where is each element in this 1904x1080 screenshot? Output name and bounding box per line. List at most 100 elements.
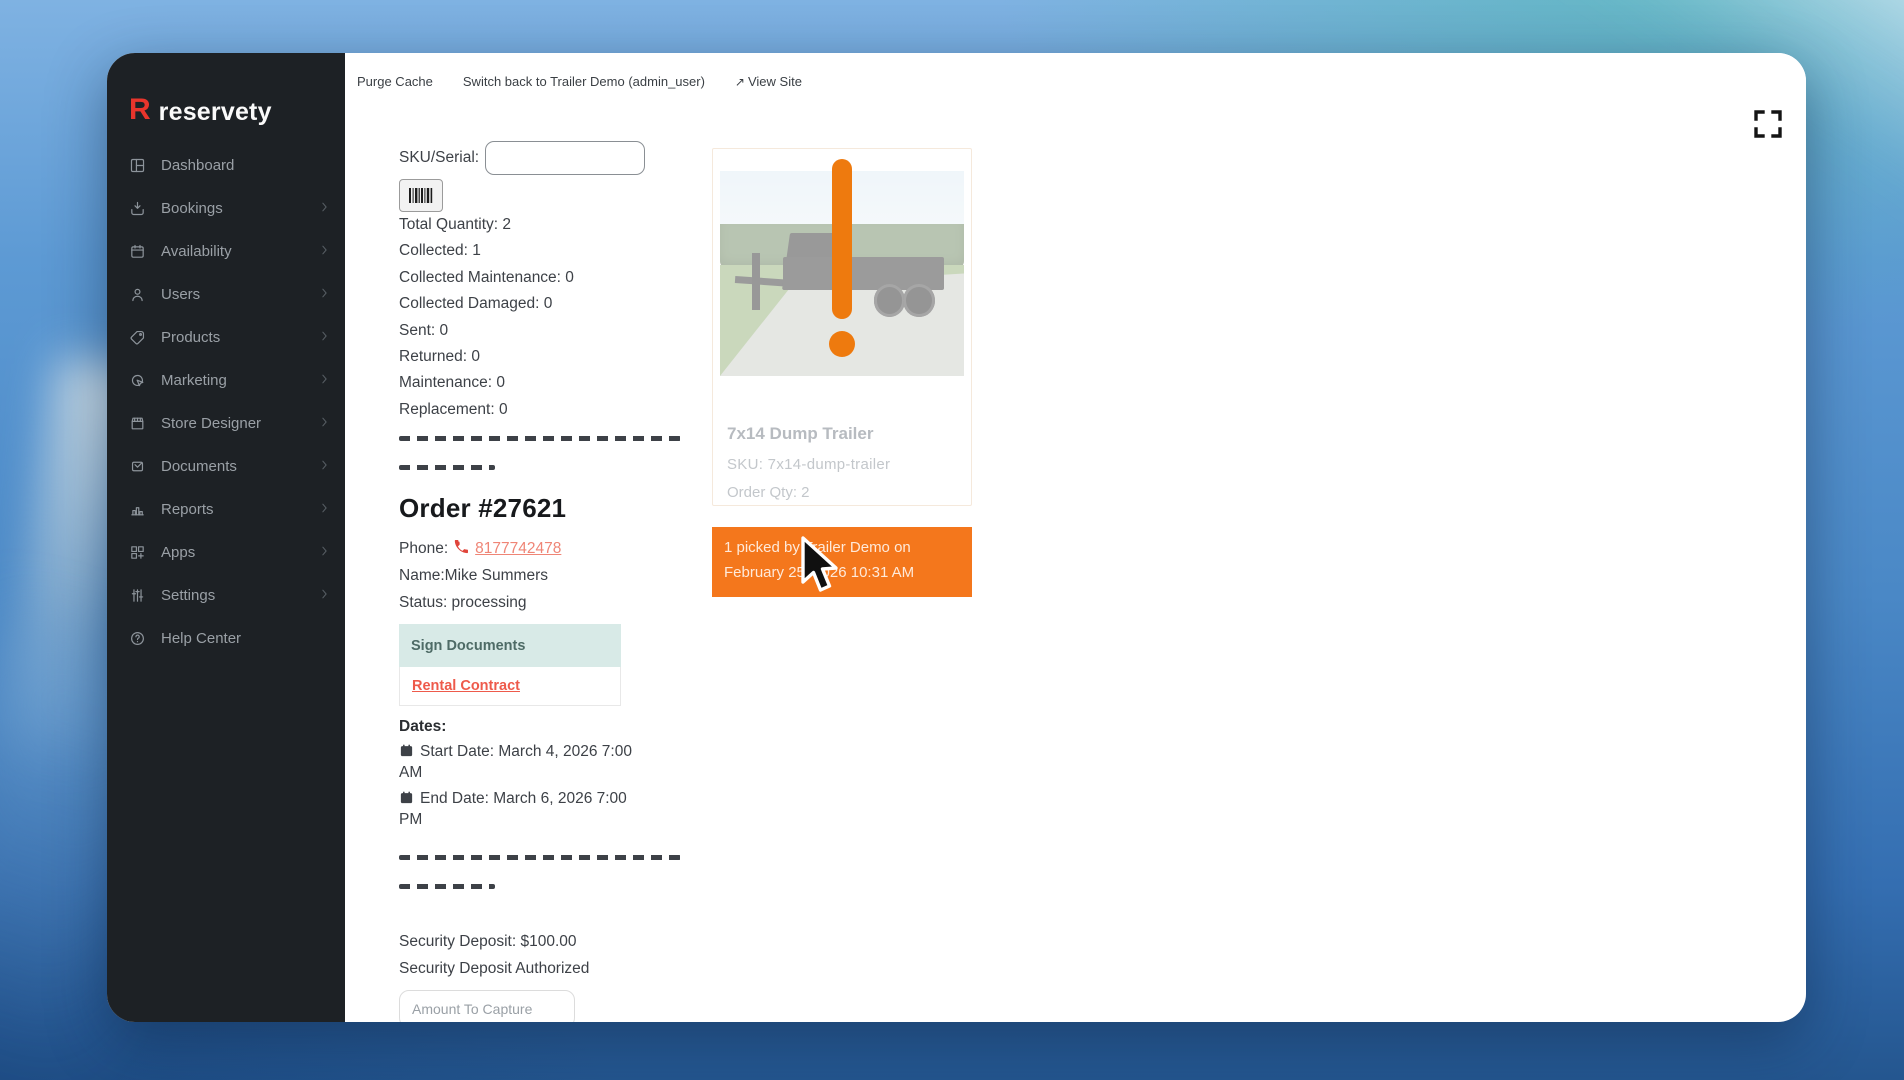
sidebar-item-documents[interactable]: Documents — [107, 445, 345, 488]
sku-serial-label: SKU/Serial: — [399, 149, 480, 166]
sidebar-item-users[interactable]: Users — [107, 273, 345, 316]
rental-contract-link[interactable]: Rental Contract — [412, 678, 520, 694]
deposit-block: Security Deposit: $100.00 Security Depos… — [399, 928, 649, 982]
start-date-text: Start Date: March 4, 2026 7:00 AM — [399, 743, 632, 782]
sidebar-item-products[interactable]: Products — [107, 316, 345, 359]
picked-notice: 1 picked by Trailer Demo on February 25,… — [712, 527, 972, 597]
sidebar-item-label: Users — [161, 286, 201, 303]
product-title: 7x14 Dump Trailer — [727, 424, 874, 443]
stat-total-quantity: Total Quantity: 2 — [399, 216, 512, 233]
start-date-line: Start Date: March 4, 2026 7:00 AM — [399, 741, 641, 783]
sidebar-item-store-designer[interactable]: Store Designer — [107, 402, 345, 445]
sidebar-item-apps[interactable]: Apps — [107, 531, 345, 574]
sidebar-item-label: Documents — [161, 458, 237, 475]
end-date-text: End Date: March 6, 2026 7:00 PM — [399, 790, 627, 829]
phone-row: Phone: 8177742478 — [399, 535, 649, 562]
switch-back-link[interactable]: Switch back to Trailer Demo (admin_user) — [463, 74, 705, 89]
stat-collected: Collected: 1 — [399, 242, 481, 260]
chevron-right-icon — [318, 544, 331, 561]
sidebar-item-bookings[interactable]: Bookings — [107, 187, 345, 230]
reports-icon — [129, 501, 146, 518]
sign-documents-header: Sign Documents — [399, 624, 621, 668]
topbar: Purge Cache Switch back to Trailer Demo … — [345, 53, 1806, 110]
view-site-link[interactable]: ↗ View Site — [735, 74, 802, 89]
sidebar-item-label: Availability — [161, 243, 232, 260]
chevron-right-icon — [318, 587, 331, 604]
phone-label: Phone: — [399, 540, 449, 558]
amount-to-capture-input[interactable] — [399, 990, 575, 1022]
sidebar-item-label: Dashboard — [161, 157, 235, 174]
chevron-right-icon — [318, 286, 331, 303]
marketing-icon — [129, 372, 146, 389]
barcode-scan-button[interactable] — [399, 179, 443, 212]
sign-documents-body: Rental Contract — [399, 667, 621, 707]
sidebar-item-reports[interactable]: Reports — [107, 488, 345, 531]
stat-returned: Returned: 0 — [399, 348, 480, 366]
product-sku: SKU: 7x14-dump-trailer — [727, 456, 891, 473]
brand-logo[interactable]: R reservety — [107, 53, 345, 141]
sidebar: R reservety Dashboard Bookings Availabil… — [107, 53, 345, 1022]
purge-cache-link[interactable]: Purge Cache — [357, 74, 433, 89]
sidebar-item-label: Store Designer — [161, 415, 262, 432]
barcode-icon — [409, 188, 433, 203]
brand-mark-icon: R — [129, 93, 151, 126]
dashed-separator — [399, 855, 681, 890]
phone-icon — [453, 535, 470, 562]
sidebar-item-label: Reports — [161, 501, 214, 518]
chevron-right-icon — [318, 415, 331, 432]
users-icon — [129, 286, 146, 303]
products-icon — [129, 329, 146, 346]
calendar-icon — [399, 790, 420, 807]
sidebar-item-label: Apps — [161, 544, 196, 561]
sidebar-item-settings[interactable]: Settings — [107, 574, 345, 617]
external-link-icon: ↗ — [734, 74, 745, 89]
sidebar-item-label: Help Center — [161, 630, 242, 647]
product-card[interactable]: 7x14 Dump Trailer SKU: 7x14-dump-trailer… — [712, 148, 972, 506]
product-order-qty: Order Qty: 2 — [727, 484, 810, 501]
brand-name: reservety — [158, 97, 272, 126]
fullscreen-button[interactable] — [1752, 108, 1784, 140]
chevron-right-icon — [318, 372, 331, 389]
security-deposit-amount: Security Deposit: $100.00 — [399, 933, 577, 951]
order-detail-panel: SKU/Serial: Total Quantity: 2 Collected:… — [399, 141, 681, 1022]
order-status: Status: processing — [399, 594, 527, 612]
chevron-right-icon — [318, 458, 331, 475]
sidebar-item-label: Products — [161, 329, 221, 346]
phone-number-link[interactable]: 8177742478 — [475, 535, 561, 562]
sidebar-item-availability[interactable]: Availability — [107, 230, 345, 273]
customer-name: Name:Mike Summers — [399, 567, 548, 585]
availability-icon — [129, 243, 146, 260]
stat-collected-maintenance: Collected Maintenance: 0 — [399, 268, 574, 286]
apps-icon — [129, 544, 146, 561]
sidebar-item-help-center[interactable]: Help Center — [107, 617, 345, 660]
stat-sent: Sent: 0 — [399, 321, 449, 339]
settings-icon — [129, 587, 146, 604]
stat-replacement: Replacement: 0 — [399, 400, 508, 418]
sidebar-item-label: Bookings — [161, 200, 223, 217]
documents-icon — [129, 458, 146, 475]
security-deposit-status: Security Deposit Authorized — [399, 960, 590, 978]
sku-serial-input[interactable] — [485, 141, 646, 175]
end-date-line: End Date: March 6, 2026 7:00 PM — [399, 788, 641, 830]
product-card-text: 7x14 Dump Trailer SKU: 7x14-dump-trailer… — [713, 376, 971, 501]
sidebar-item-marketing[interactable]: Marketing — [107, 359, 345, 402]
sidebar-item-dashboard[interactable]: Dashboard — [107, 144, 345, 187]
sidebar-item-label: Settings — [161, 587, 216, 604]
dashed-separator — [399, 436, 681, 471]
desktop-background: R reservety Dashboard Bookings Availabil… — [0, 0, 1904, 1080]
dashboard-icon — [129, 157, 146, 174]
help-icon — [129, 630, 146, 647]
fullscreen-icon — [1754, 110, 1782, 138]
store-designer-icon — [129, 415, 146, 432]
app-window: R reservety Dashboard Bookings Availabil… — [107, 53, 1806, 1022]
exclamation-icon — [832, 159, 852, 319]
sku-row: SKU/Serial: — [399, 141, 649, 175]
contact-block: Phone: 8177742478 Name:Mike Summers Stat… — [399, 535, 649, 616]
inventory-stats: Total Quantity: 2 Collected: 1 Collected… — [399, 212, 649, 423]
order-title: Order #27621 — [399, 493, 567, 524]
chevron-right-icon — [318, 243, 331, 260]
sidebar-nav: Dashboard Bookings Availability Users Pr… — [107, 144, 345, 660]
stat-collected-damaged: Collected Damaged: 0 — [399, 295, 553, 313]
calendar-icon — [399, 743, 420, 760]
view-site-label: View Site — [747, 74, 802, 89]
